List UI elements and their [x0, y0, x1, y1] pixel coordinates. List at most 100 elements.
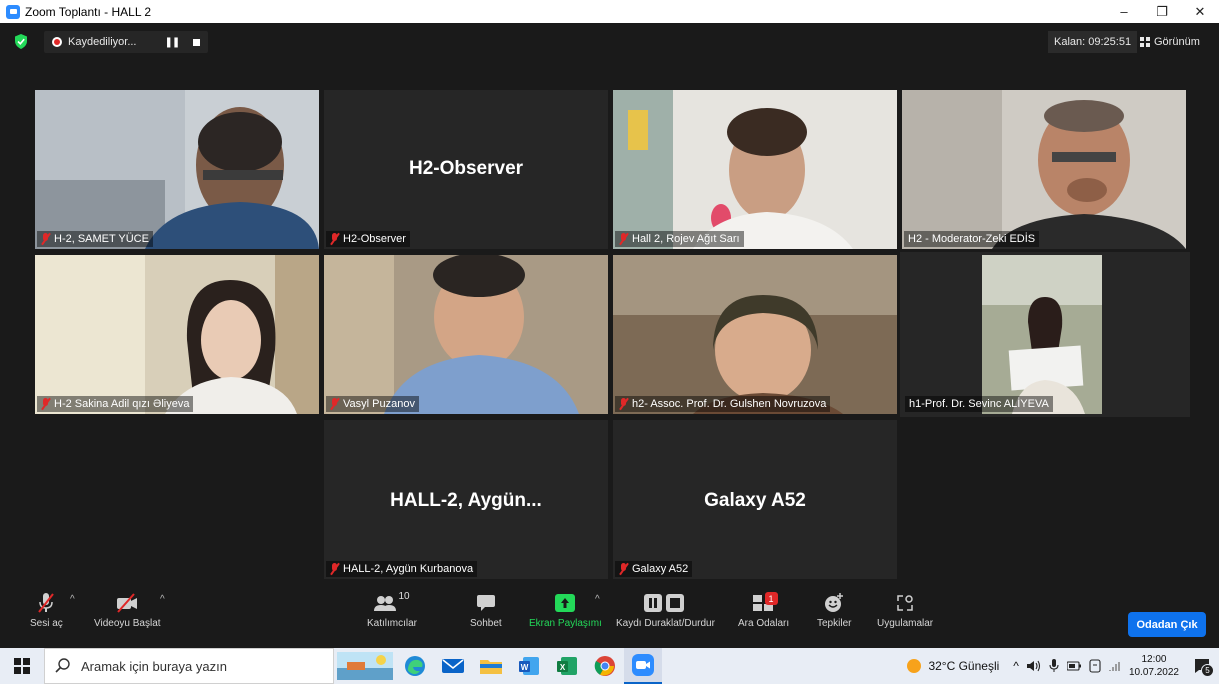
participant-nameplate: H-2 Sakina Adil qızı Əliyeva	[37, 396, 194, 412]
participant-nameplate: h1-Prof. Dr. Sevinc ALİYEVA	[905, 396, 1053, 412]
taskbar-search-box[interactable]: Aramak için buraya yazın	[44, 648, 334, 684]
participant-display-name: Galaxy A52	[704, 490, 806, 511]
wifi-icon[interactable]	[1109, 660, 1123, 672]
participant-name: H-2 Sakina Adil qızı Əliyeva	[54, 398, 190, 410]
excel-icon: X	[557, 657, 577, 675]
search-highlight-image[interactable]	[334, 648, 396, 684]
folder-icon	[480, 660, 502, 674]
participant-name: HALL-2, Aygün Kurbanova	[343, 563, 474, 575]
video-tile[interactable]: H-2, SAMET YÜCE	[35, 90, 319, 249]
taskbar-excel[interactable]: X	[548, 648, 586, 684]
share-screen-label: Ekran Paylaşımı	[529, 618, 602, 629]
participant-nameplate: Galaxy A52	[615, 561, 693, 577]
start-video-label: Videoyu Başlat	[94, 618, 161, 629]
apps-icon	[897, 595, 913, 611]
participant-video	[613, 90, 897, 249]
view-label: Görünüm	[1154, 36, 1200, 48]
show-hidden-icons-caret[interactable]: ^	[1013, 659, 1019, 673]
taskbar-edge[interactable]	[396, 648, 434, 684]
active-speaker-tile[interactable]: h1-Prof. Dr. Sevinc ALİYEVA	[900, 252, 1190, 417]
reactions-button[interactable]: Tepkiler	[817, 591, 851, 629]
video-tile[interactable]: H2-Observer H2-Observer	[324, 90, 608, 249]
unmute-button[interactable]: Sesi aç	[30, 591, 63, 629]
audio-options-caret-icon[interactable]: ^	[70, 594, 75, 605]
video-options-caret-icon[interactable]: ^	[160, 594, 165, 605]
participants-button[interactable]: 10 Katılımcılar	[367, 591, 417, 629]
participant-video	[35, 255, 319, 414]
unmute-label: Sesi aç	[30, 618, 63, 629]
taskbar-clock[interactable]: 12:00 10.07.2022	[1129, 653, 1179, 679]
share-screen-icon	[555, 594, 576, 612]
word-icon: W	[519, 657, 539, 675]
video-tile[interactable]: h2- Assoc. Prof. Dr. Gulshen Novruzova	[613, 255, 897, 414]
muted-microphone-icon	[38, 593, 55, 613]
muted-mic-icon	[330, 398, 339, 410]
pause-stop-recording-icon	[644, 594, 685, 612]
notification-center-button[interactable]: 5	[1189, 648, 1215, 684]
participant-video	[902, 90, 1186, 249]
reactions-smiley-icon	[825, 593, 844, 612]
muted-mic-icon	[619, 233, 628, 245]
taskbar-word[interactable]: W	[510, 648, 548, 684]
taskbar-zoom[interactable]	[624, 648, 662, 684]
meeting-topbar: Kaydediliyor... ❚❚ Kalan: 09:25:51 Görün…	[0, 23, 1219, 61]
breakout-rooms-button[interactable]: 1 Ara Odaları	[738, 591, 789, 629]
pause-recording-icon[interactable]: ❚❚	[164, 37, 180, 48]
stop-recording-icon[interactable]	[193, 38, 201, 46]
muted-mic-icon	[330, 233, 339, 245]
window-titlebar: Zoom Toplantı - HALL 2 – ❐ ✕	[0, 0, 1219, 23]
battery-icon[interactable]	[1066, 660, 1081, 672]
taskbar-file-explorer[interactable]	[472, 648, 510, 684]
apps-button[interactable]: Uygulamalar	[877, 591, 933, 629]
zoom-icon	[632, 654, 654, 676]
muted-mic-icon	[330, 563, 339, 575]
participant-video	[900, 252, 1190, 417]
participant-name: H-2, SAMET YÜCE	[54, 233, 149, 245]
share-options-caret-icon[interactable]: ^	[595, 594, 600, 605]
pause-stop-recording-button[interactable]: Kaydı Duraklat/Durdur	[616, 591, 715, 629]
muted-mic-icon	[41, 233, 50, 245]
microphone-icon[interactable]	[1049, 659, 1059, 673]
meeting-controls-toolbar: Sesi aç ^ Videoyu Başlat ^ 10 Katılımcıl…	[0, 583, 1219, 648]
participant-video	[35, 90, 319, 249]
grid-view-icon	[1140, 37, 1150, 47]
video-off-icon	[117, 593, 138, 613]
windows-logo-icon	[14, 658, 30, 674]
start-video-button[interactable]: Videoyu Başlat	[94, 591, 161, 629]
mail-icon	[442, 659, 464, 673]
video-tile[interactable]: Galaxy A52 Galaxy A52	[613, 420, 897, 579]
clock-date: 10.07.2022	[1128, 667, 1179, 678]
weather-text[interactable]: 32°C Güneşli	[928, 659, 999, 673]
clock-time: 12:00	[1141, 654, 1167, 665]
leave-room-button[interactable]: Odadan Çık	[1128, 612, 1206, 637]
video-tile[interactable]: H2 - Moderator-Zeki EDİS	[902, 90, 1186, 249]
chrome-icon	[594, 656, 615, 676]
share-screen-button[interactable]: Ekran Paylaşımı	[529, 591, 602, 629]
close-button[interactable]: ✕	[1181, 0, 1219, 23]
participant-name: Hall 2, Rojev Ağıt Sarı	[632, 233, 740, 245]
restore-button[interactable]: ❐	[1143, 0, 1181, 23]
participant-name: h1-Prof. Dr. Sevinc ALİYEVA	[909, 398, 1049, 410]
window-title: Zoom Toplantı - HALL 2	[25, 4, 152, 19]
participant-nameplate: Vasyl Puzanov	[326, 396, 419, 412]
minimize-button[interactable]: –	[1105, 0, 1143, 23]
device-icon[interactable]	[1089, 659, 1101, 673]
video-tile[interactable]: HALL-2, Aygün... HALL-2, Aygün Kurbanova	[324, 420, 608, 579]
taskbar-chrome[interactable]	[586, 648, 624, 684]
system-tray: 32°C Güneşli ^ 12:00 10.07.2022 5	[906, 648, 1219, 684]
participants-count: 10	[398, 591, 410, 602]
taskbar-mail[interactable]	[434, 648, 472, 684]
view-button[interactable]: Görünüm	[1140, 31, 1200, 53]
remaining-time: Kalan: 09:25:51	[1048, 31, 1138, 53]
participant-name: H2-Observer	[343, 233, 406, 245]
search-placeholder: Aramak için buraya yazın	[81, 658, 227, 674]
security-shield-icon[interactable]	[14, 34, 28, 49]
video-tile[interactable]: Vasyl Puzanov	[324, 255, 608, 414]
start-button[interactable]	[0, 648, 44, 684]
chat-button[interactable]: Sohbet	[470, 591, 502, 629]
participant-nameplate: Hall 2, Rojev Ağıt Sarı	[615, 231, 744, 247]
video-tile[interactable]: Hall 2, Rojev Ağıt Sarı	[613, 90, 897, 249]
participants-icon	[374, 596, 397, 611]
video-tile[interactable]: H-2 Sakina Adil qızı Əliyeva	[35, 255, 319, 414]
speaker-icon[interactable]	[1026, 660, 1041, 672]
